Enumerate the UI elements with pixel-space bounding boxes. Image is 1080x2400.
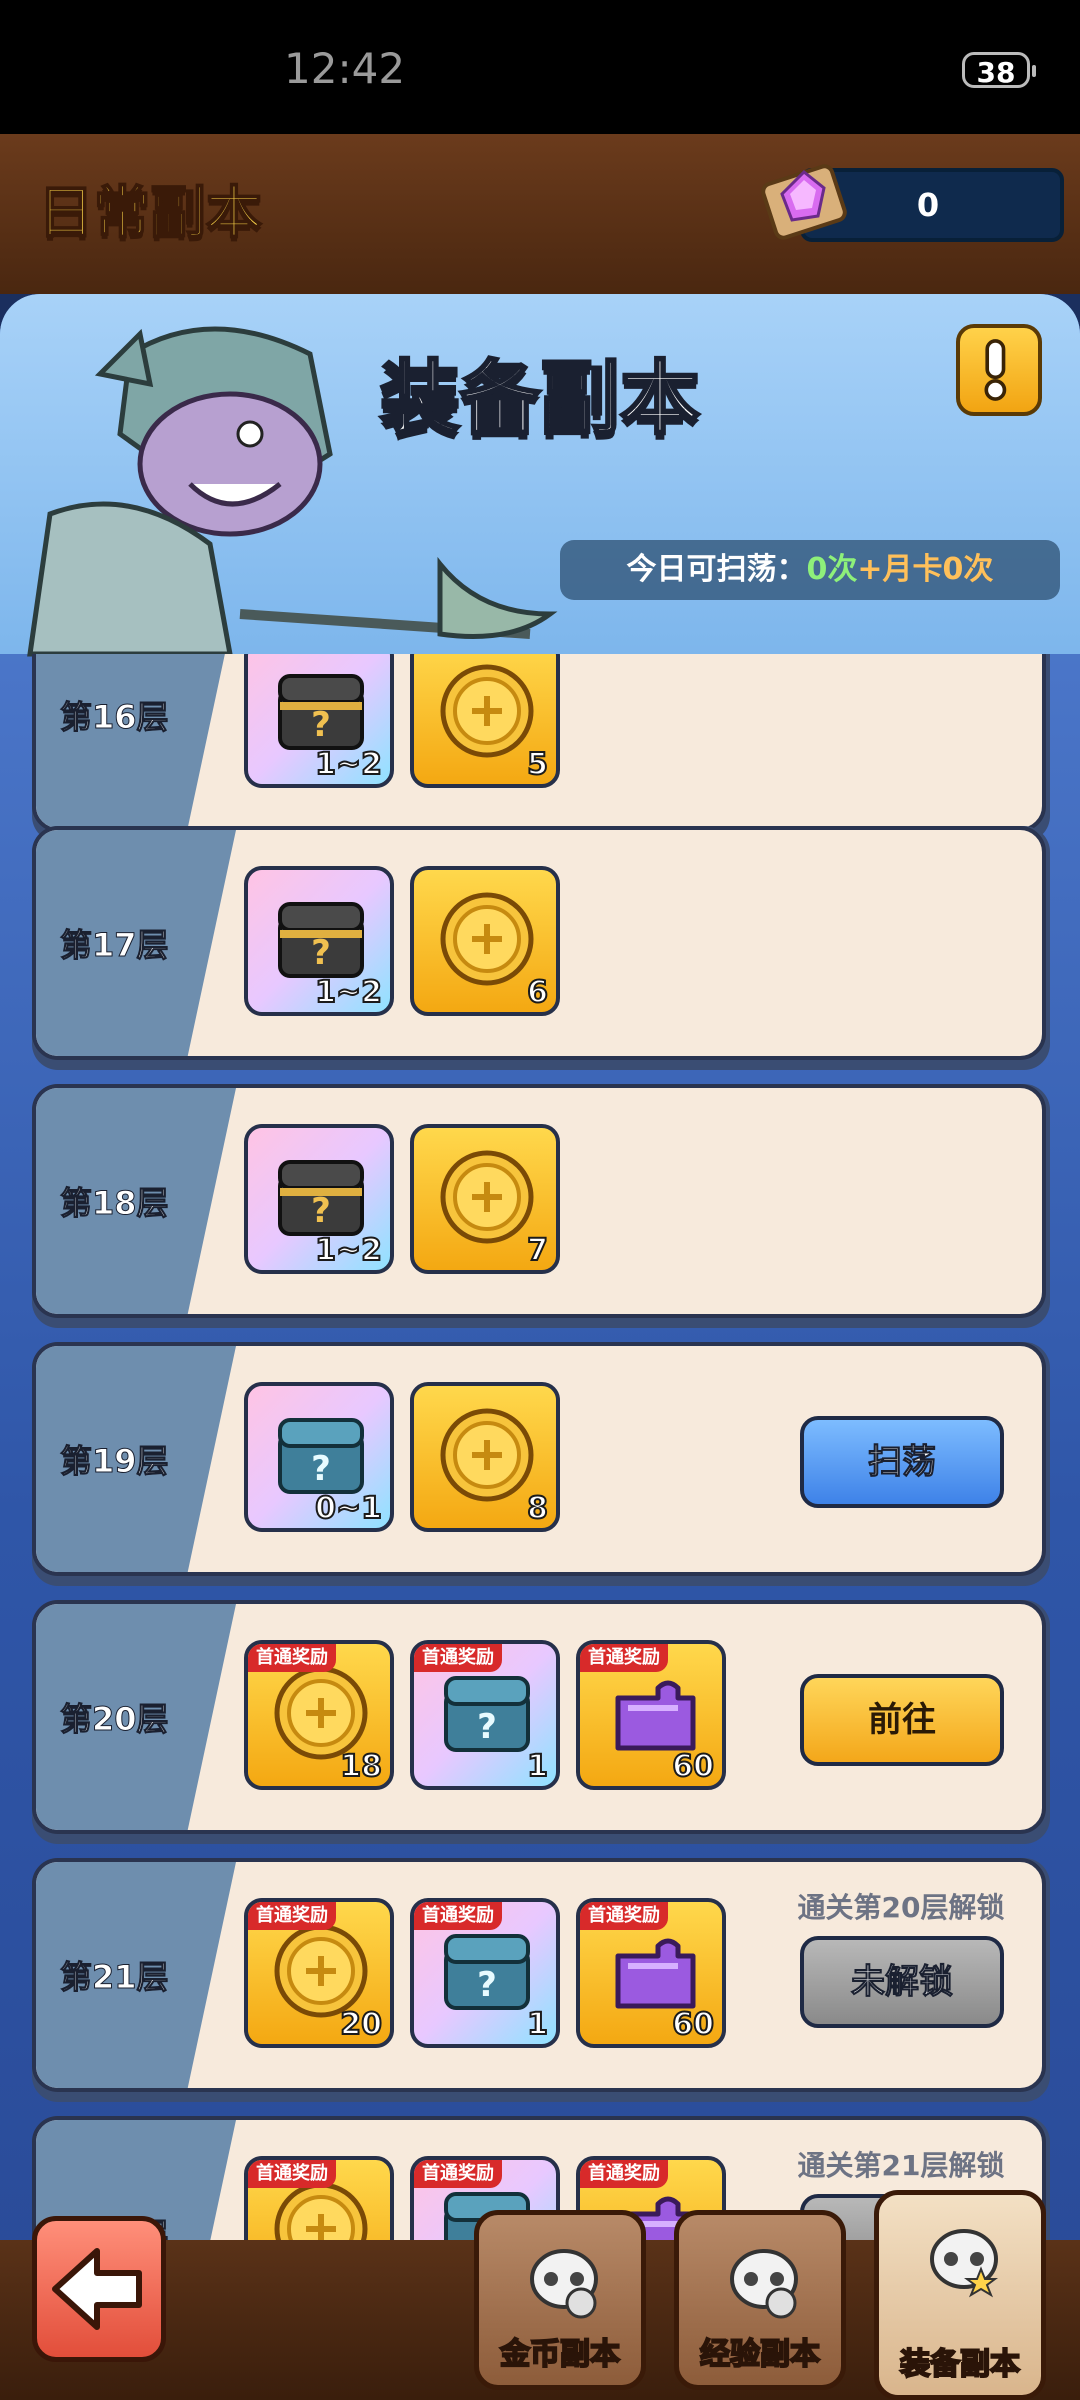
- status-time: 12:42: [284, 44, 406, 93]
- reward-item[interactable]: ? 首通奖励 1: [410, 1640, 560, 1790]
- dungeon-panel: 装备副本 今日可扫荡：0次+月卡0次 第16层? 1~2 5 第17层? 1~2 6 第18…: [0, 294, 1080, 2324]
- first-clear-tag: 首通奖励: [580, 1902, 668, 1930]
- floor-label: 第18层: [60, 1184, 170, 1223]
- first-clear-tag: 首通奖励: [580, 2160, 668, 2188]
- tab-exp-dungeon[interactable]: 经验副本: [674, 2210, 846, 2390]
- floor-row: 第17层? 1~2 6: [32, 826, 1050, 1070]
- first-clear-tag: 首通奖励: [414, 2160, 502, 2188]
- reward-quantity: 8: [526, 1490, 549, 1527]
- page-title: 日常副本: [37, 180, 263, 247]
- tab-equipment-dungeon[interactable]: 装备副本: [874, 2190, 1046, 2400]
- floor-label: 第21层: [60, 1958, 170, 1997]
- dungeon-title: 装备副本: [379, 351, 702, 447]
- gold-coin-icon: [440, 664, 534, 758]
- floor-row: 第20层 首通奖励 18? 首通奖励 1 首通奖励 60 前往: [32, 1600, 1050, 1844]
- reward-quantity: 60: [671, 1748, 715, 1785]
- sweep-prefix: 今日可扫荡：: [626, 552, 807, 587]
- reward-quantity: 1~2: [314, 974, 383, 1011]
- status-bar: 12:42 38: [0, 0, 1080, 134]
- floor-card: 第17层? 1~2 6: [32, 826, 1046, 1060]
- floor-label-bg: [36, 654, 236, 828]
- reward-item[interactable]: ? 1~2: [244, 866, 394, 1016]
- reward-quantity: 1: [526, 1748, 549, 1785]
- tab-label: 装备副本: [899, 2346, 1021, 2383]
- exclamation-icon: [984, 339, 1007, 401]
- floor-row: 第18层? 1~2 7: [32, 1084, 1050, 1328]
- tab-gold-dungeon[interactable]: 金币副本: [474, 2210, 646, 2390]
- skull-exp-icon: [730, 2249, 798, 2319]
- svg-text:?: ?: [477, 1707, 497, 1747]
- info-button[interactable]: [956, 324, 1042, 416]
- floor-card: 第16层? 1~2 5: [32, 654, 1046, 832]
- floor-row: 第16层? 1~2 5: [32, 654, 1050, 842]
- reward-quantity: 1: [526, 2006, 549, 2043]
- first-clear-tag: 首通奖励: [248, 2160, 336, 2188]
- reward-quantity: 1~2: [314, 746, 383, 783]
- reward-quantity: 6: [526, 974, 549, 1011]
- reward-quantity: 0~1: [314, 1490, 383, 1527]
- reward-quantity: 7: [526, 1232, 549, 1269]
- floor-label: 第16层: [60, 698, 170, 737]
- arrow-left-icon: [52, 2248, 142, 2330]
- first-clear-tag: 首通奖励: [248, 1644, 336, 1672]
- reward-quantity: 18: [339, 1748, 383, 1785]
- reward-item[interactable]: 首通奖励 18: [244, 1640, 394, 1790]
- reward-item[interactable]: 7: [410, 1124, 560, 1274]
- back-button[interactable]: [32, 2216, 166, 2362]
- battery-icon: 38: [962, 52, 1036, 89]
- reward-item[interactable]: 5: [410, 654, 560, 788]
- first-clear-tag: 首通奖励: [414, 1902, 502, 1930]
- sweep-info-text: 今日可扫荡：0次+月卡0次: [560, 540, 1060, 600]
- floor-label: 第19层: [60, 1442, 170, 1481]
- reward-quantity: 60: [671, 2006, 715, 2043]
- chest-blue-icon: ?: [444, 1934, 530, 2010]
- svg-text:?: ?: [311, 1449, 331, 1489]
- floor-label: 第20层: [60, 1700, 170, 1739]
- chest-blue-icon: ?: [444, 1676, 530, 1752]
- svg-text:?: ?: [311, 705, 331, 745]
- sweep-monthly-card: +月卡0次: [857, 552, 994, 587]
- reward-quantity: 1~2: [314, 1232, 383, 1269]
- reward-item[interactable]: ? 1~2: [244, 1124, 394, 1274]
- first-clear-tag: 首通奖励: [414, 1644, 502, 1672]
- floor-card: 第19层? 0~1 8 扫荡: [32, 1342, 1046, 1576]
- reward-item[interactable]: 首通奖励 60: [576, 1640, 726, 1790]
- svg-text:?: ?: [311, 933, 331, 973]
- reward-item[interactable]: 8: [410, 1382, 560, 1532]
- dungeon-header: 装备副本 今日可扫荡：0次+月卡0次: [0, 294, 1080, 657]
- tab-label: 金币副本: [499, 2336, 621, 2373]
- go-button[interactable]: 前往: [800, 1674, 1004, 1766]
- reward-item[interactable]: ? 0~1: [244, 1382, 394, 1532]
- gold-coin-icon: [440, 892, 534, 986]
- reward-quantity: 20: [339, 2006, 383, 2043]
- svg-text:?: ?: [311, 1191, 331, 1231]
- locked-button[interactable]: 未解锁: [800, 1936, 1004, 2028]
- sweep-count: 0次: [806, 552, 858, 587]
- reward-item[interactable]: 首通奖励 20: [244, 1898, 394, 2048]
- reward-item[interactable]: ? 1~2: [244, 654, 394, 788]
- gold-coin-icon: [440, 1150, 534, 1244]
- floor-row: 第21层 首通奖励 20? 首通奖励 1 首通奖励 60 通关第20层解锁 未解锁: [32, 1858, 1050, 2102]
- floor-card: 第18层? 1~2 7: [32, 1084, 1046, 1318]
- scroll-gem-icon: [761, 164, 847, 240]
- skull-star-icon: [930, 2229, 998, 2298]
- reward-item[interactable]: ? 首通奖励 1: [410, 1898, 560, 2048]
- floor-row: 第19层? 0~1 8 扫荡: [32, 1342, 1050, 1586]
- svg-text:?: ?: [477, 1965, 497, 2005]
- first-clear-tag: 首通奖励: [580, 1644, 668, 1672]
- reward-quantity: 5: [526, 746, 549, 783]
- tab-label: 经验副本: [699, 2336, 821, 2373]
- sweep-button[interactable]: 扫荡: [800, 1416, 1004, 1508]
- floor-list[interactable]: 第16层? 1~2 5 第17层? 1~2 6 第18层? 1~2 7 第19层? 0~1 8 扫荡 第2…: [0, 654, 1080, 2324]
- floor-card: 第21层 首通奖励 20? 首通奖励 1 首通奖励 60 通关第20层解锁 未解锁: [32, 1858, 1046, 2092]
- unlock-hint: 通关第20层解锁: [797, 1891, 1005, 1924]
- unlock-hint: 通关第21层解锁: [797, 2149, 1005, 2182]
- skull-crown-icon: [530, 2249, 598, 2319]
- first-clear-tag: 首通奖励: [248, 1902, 336, 1930]
- reward-item[interactable]: 6: [410, 866, 560, 1016]
- floor-card: 第20层 首通奖励 18? 首通奖励 1 首通奖励 60 前往: [32, 1600, 1046, 1834]
- gold-coin-icon: [440, 1408, 534, 1502]
- floor-label: 第17层: [60, 926, 170, 965]
- reward-item[interactable]: 首通奖励 60: [576, 1898, 726, 2048]
